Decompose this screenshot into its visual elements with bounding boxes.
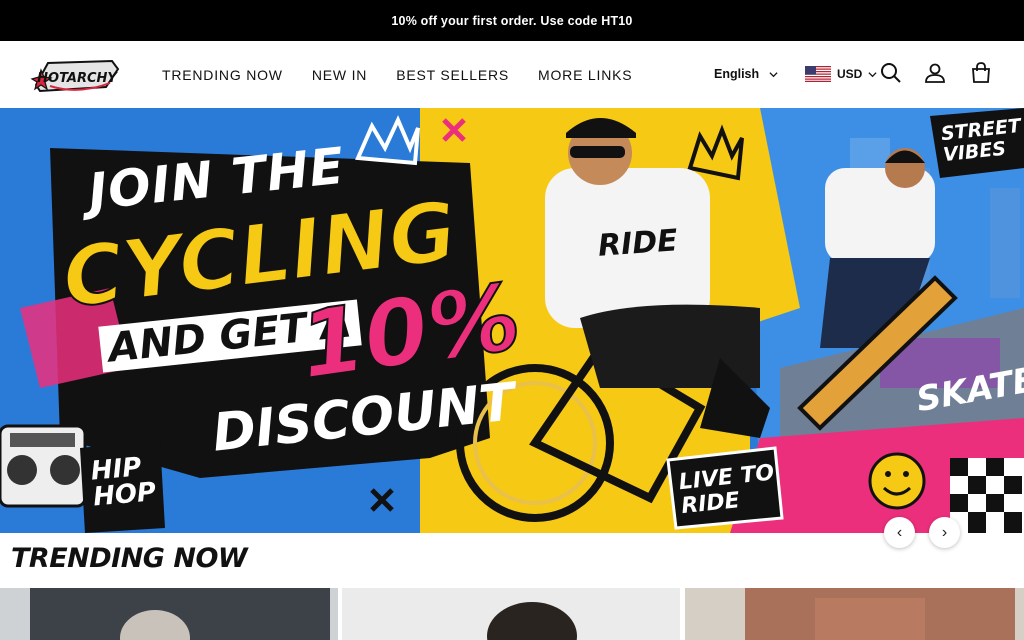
nav-trending-now[interactable]: TRENDING NOW	[162, 67, 283, 83]
currency-selector[interactable]: USD	[805, 66, 877, 82]
nav-best-sellers[interactable]: BEST SELLERS	[396, 67, 509, 83]
site-header: HOTARCHY TRENDING NOW NEW IN BEST SELLER…	[0, 41, 1024, 108]
checker-flag-graphic	[950, 458, 1024, 533]
nav-new-in[interactable]: NEW IN	[312, 67, 367, 83]
announcement-bar: 10% off your first order. Use code HT10	[0, 0, 1024, 41]
us-flag-icon	[805, 66, 831, 82]
hero-banner[interactable]: JOIN THE CYCLING AND GET A 10% DISCOUNT …	[0, 108, 1024, 533]
language-label: English	[714, 67, 760, 81]
currency-label: USD	[837, 67, 863, 81]
carousel-prev-button[interactable]: ‹	[884, 517, 915, 548]
nav-more-links[interactable]: MORE LINKS	[538, 67, 632, 83]
shirt-text: RIDE	[596, 223, 679, 264]
badge-street-vibes: STREET VIBES	[939, 114, 1022, 167]
search-icon[interactable]	[879, 61, 903, 85]
product-card[interactable]	[685, 588, 1024, 640]
product-image	[0, 588, 338, 640]
account-icon[interactable]	[923, 61, 947, 85]
product-image	[342, 588, 680, 640]
badge-hip-hop: HIP HOP	[89, 452, 158, 513]
carousel-next-button[interactable]: ›	[929, 517, 960, 548]
chevron-left-icon: ‹	[896, 523, 903, 541]
language-selector[interactable]: English	[714, 67, 778, 81]
chevron-right-icon: ›	[941, 523, 948, 541]
product-image	[685, 588, 1024, 640]
hotarchy-logo-graphic: HOTARCHY	[30, 59, 120, 93]
product-card[interactable]	[0, 588, 338, 640]
main-nav: TRENDING NOW NEW IN BEST SELLERS MORE LI…	[162, 41, 632, 108]
chevron-down-icon	[769, 71, 778, 77]
smiley-icon	[868, 452, 926, 510]
announcement-text: 10% off your first order. Use code HT10	[391, 13, 633, 28]
section-title: TRENDING NOW	[11, 543, 248, 574]
boombox-graphic	[0, 424, 87, 508]
cart-icon[interactable]	[969, 61, 993, 85]
product-card[interactable]	[342, 588, 680, 640]
chevron-down-icon	[868, 71, 877, 77]
brand-logo[interactable]: HOTARCHY	[30, 55, 122, 95]
